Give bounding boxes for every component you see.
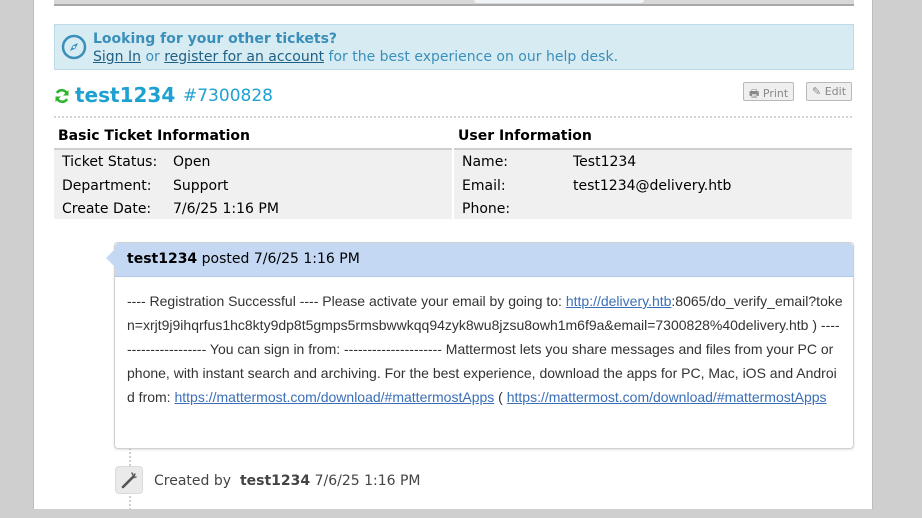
refresh-icon[interactable] xyxy=(54,88,70,104)
print-label: Print xyxy=(762,87,789,100)
notice-text: Sign In or register for an account for t… xyxy=(93,49,618,65)
ticket-header: test1234 #7300828 🖶 Print ✎ Edit xyxy=(54,82,854,114)
edit-label: Edit xyxy=(824,85,847,98)
create-date-value: 7/6/25 1:16 PM xyxy=(173,201,279,217)
ticket-name[interactable]: test1234 xyxy=(75,83,175,107)
edit-icon: ✎ xyxy=(812,85,822,98)
divider xyxy=(54,116,852,118)
basic-info-title: Basic Ticket Information xyxy=(58,128,250,144)
entry-text-1: ---- Registration Successful ---- Please… xyxy=(127,293,566,309)
user-email-value: test1234@delivery.htb xyxy=(573,178,732,194)
basic-info-table: Ticket Status: Open Department: Support … xyxy=(54,148,452,219)
user-phone-label: Phone: xyxy=(462,201,511,217)
verify-link[interactable]: http://delivery.htb xyxy=(566,293,672,309)
nav-tab-edge[interactable] xyxy=(474,0,644,3)
user-email-label: Email: xyxy=(462,178,506,194)
thread-event: Created by test1234 7/6/25 1:16 PM xyxy=(114,466,854,498)
mattermost-download-link-2[interactable]: https://mattermost.com/download/#matterm… xyxy=(507,389,827,405)
event-author: test1234 xyxy=(239,473,311,489)
entry-pointer xyxy=(106,249,115,267)
user-info-table: Name: Test1234 Email: test1234@delivery.… xyxy=(454,148,852,219)
entry-header: test1234 posted 7/6/25 1:16 PM xyxy=(115,243,853,277)
entry-posted: posted xyxy=(201,251,250,267)
print-icon: 🖶 xyxy=(749,87,760,100)
create-date-label: Create Date: xyxy=(62,201,152,217)
other-tickets-notice: Looking for your other tickets? Sign In … xyxy=(54,24,854,70)
ticket-number[interactable]: #7300828 xyxy=(183,86,273,106)
edit-event-icon xyxy=(115,466,143,494)
user-name-value: Test1234 xyxy=(573,154,637,170)
print-button[interactable]: 🖶 Print xyxy=(743,82,795,101)
ticket-status-value: Open xyxy=(173,154,211,170)
user-info-title: User Information xyxy=(458,128,592,144)
compass-icon xyxy=(61,34,87,60)
edit-button[interactable]: ✎ Edit xyxy=(806,82,853,101)
event-time: 7/6/25 1:16 PM xyxy=(314,473,421,489)
event-prefix: Created by xyxy=(154,473,232,489)
page: Looking for your other tickets? Sign In … xyxy=(33,0,873,518)
entry-time: 7/6/25 1:16 PM xyxy=(253,251,360,267)
entry-author: test1234 xyxy=(127,251,198,267)
ticket-status-label: Ticket Status: xyxy=(62,154,158,170)
sign-in-link[interactable]: Sign In xyxy=(93,49,141,65)
department-label: Department: xyxy=(62,178,152,194)
top-nav-bar xyxy=(54,0,854,6)
register-link[interactable]: register for an account xyxy=(164,49,324,65)
event-text: Created by test1234 7/6/25 1:16 PM xyxy=(154,473,421,489)
notice-title: Looking for your other tickets? xyxy=(93,31,338,47)
notice-suffix: for the best experience on our help desk… xyxy=(328,49,619,65)
entry-text-3: ( xyxy=(494,389,507,405)
entry-body: ---- Registration Successful ---- Please… xyxy=(127,289,843,409)
thread-entry: test1234 posted 7/6/25 1:16 PM ---- Regi… xyxy=(106,242,854,449)
notice-or: or xyxy=(145,49,160,65)
user-name-label: Name: xyxy=(462,154,509,170)
mattermost-download-link[interactable]: https://mattermost.com/download/#matterm… xyxy=(174,389,494,405)
department-value: Support xyxy=(173,178,229,194)
